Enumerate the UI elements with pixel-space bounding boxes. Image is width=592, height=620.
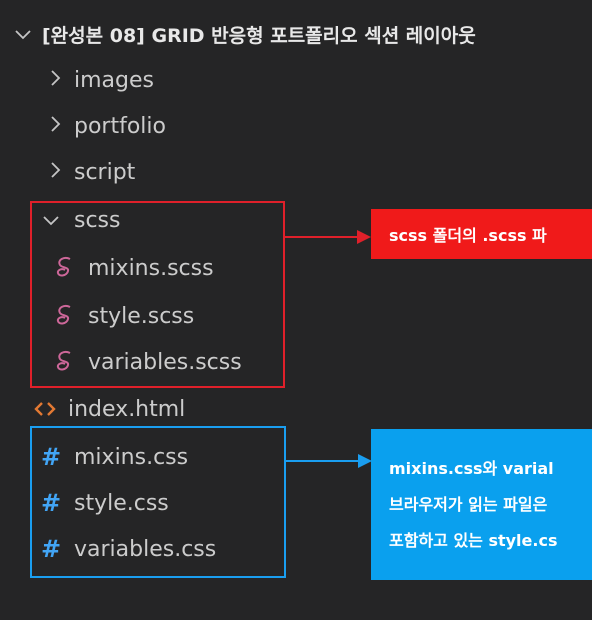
scss-note-text: scss 폴더의 .scss 파 — [389, 226, 547, 245]
folder-label: portfolio — [74, 113, 166, 139]
chevron-down-icon — [14, 22, 42, 46]
css-annotation-note: mixins.css와 varial 브라우저가 읽는 파일은 포함하고 있는 … — [371, 429, 592, 580]
css-note-line: 포함하고 있는 style.cs — [389, 531, 558, 550]
css-highlight-box — [30, 426, 286, 578]
scss-highlight-box — [30, 201, 285, 388]
folder-label: script — [74, 159, 136, 185]
css-note-line: mixins.css와 varial — [389, 459, 554, 478]
folder-portfolio[interactable]: portfolio — [50, 104, 166, 148]
arrow-right-icon — [358, 454, 372, 468]
explorer-root-folder[interactable]: [완성본 08] GRID 반응형 포트폴리오 섹션 레이아웃 — [14, 12, 476, 56]
folder-script[interactable]: script — [50, 150, 135, 194]
file-label: index.html — [68, 396, 186, 422]
css-arrow-line — [286, 460, 360, 462]
scss-annotation-note: scss 폴더의 .scss 파 — [371, 209, 592, 259]
chevron-right-icon — [50, 160, 74, 185]
html-icon — [30, 401, 60, 417]
root-folder-label: [완성본 08] GRID 반응형 포트폴리오 섹션 레이아웃 — [42, 24, 476, 47]
chevron-right-icon — [50, 114, 74, 139]
chevron-right-icon — [50, 68, 74, 93]
folder-images[interactable]: images — [50, 58, 154, 102]
file-index-html[interactable]: index.html — [30, 387, 185, 431]
scss-arrow-line — [285, 236, 359, 238]
folder-label: images — [74, 67, 154, 93]
css-note-line: 브라우저가 읽는 파일은 — [389, 495, 548, 514]
arrow-right-icon — [357, 230, 371, 244]
